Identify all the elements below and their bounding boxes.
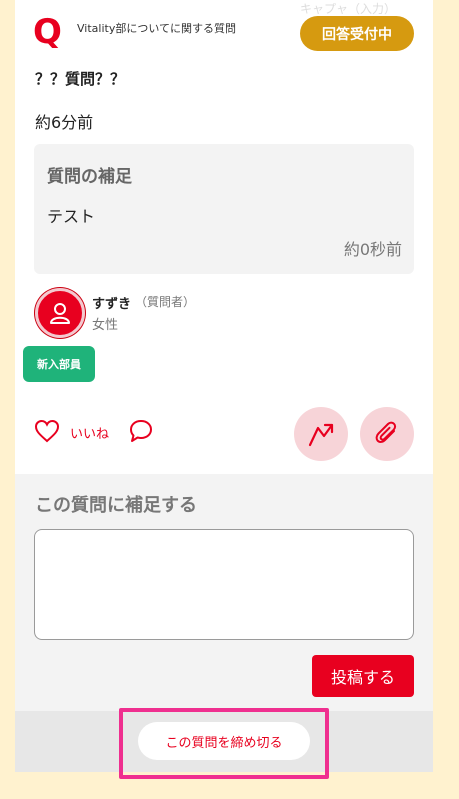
- supplement-body: テスト: [47, 207, 96, 226]
- user-role: （質問者）: [135, 295, 196, 309]
- question-posted-time: 約6分前: [35, 113, 94, 132]
- attach-button[interactable]: [360, 407, 414, 461]
- heart-icon[interactable]: [34, 419, 60, 443]
- avatar[interactable]: [35, 288, 85, 338]
- share-button[interactable]: [294, 407, 348, 461]
- status-badge: 回答受付中: [300, 16, 414, 51]
- user-gender: 女性: [92, 318, 119, 333]
- like-label[interactable]: いいね: [70, 423, 109, 442]
- supplement-card: 質問の補足 テスト 約0秒前: [34, 144, 414, 274]
- question-title: ？？質問？？: [35, 70, 126, 88]
- comment-icon[interactable]: [128, 418, 154, 444]
- share-arrow-icon: [308, 423, 334, 447]
- supplement-time: 約0秒前: [343, 240, 402, 259]
- question-mark-icon: Q: [33, 12, 62, 52]
- paperclip-icon: [375, 421, 397, 443]
- user-name[interactable]: すずき: [92, 293, 131, 312]
- user-icon: [50, 303, 70, 324]
- member-badge: 新入部員: [23, 346, 95, 382]
- post-button[interactable]: 投稿する: [312, 655, 414, 697]
- supplement-textarea[interactable]: [34, 529, 414, 640]
- faint-header-text: キャプャ（入力）: [300, 2, 397, 16]
- close-question-button[interactable]: この質問を締め切る: [138, 722, 310, 760]
- supplement-heading: 質問の補足: [47, 167, 132, 187]
- supplement-form-heading: この質問に補足する: [35, 495, 197, 516]
- question-category: Vitality部についてに関する質問: [77, 22, 236, 35]
